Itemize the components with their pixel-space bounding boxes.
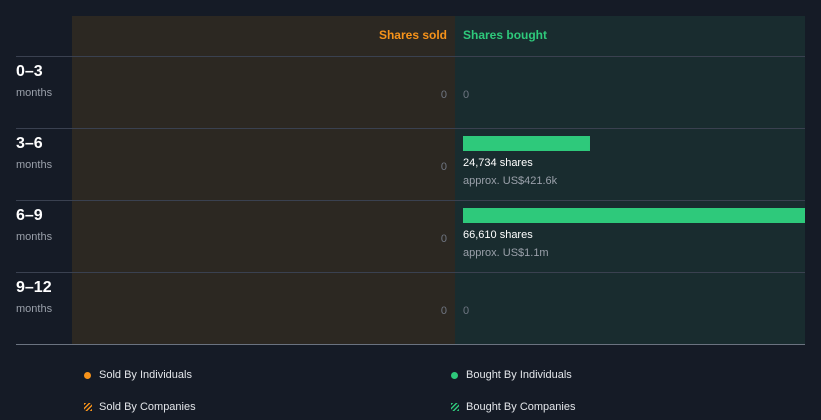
row-unit-label: months — [16, 303, 53, 315]
bought-value-label: 0 — [463, 305, 469, 317]
orange-dot-icon — [84, 371, 91, 379]
row-range-label: 9–12 — [16, 279, 52, 296]
orange-hatch-icon — [84, 403, 92, 411]
insider-transactions-chart: Shares sold Shares bought 0–3 months 0 0 3–6 mo… — [16, 16, 805, 345]
bought-value-label: 0 — [463, 89, 469, 101]
bought-approx-label: approx. US$1.1m — [463, 247, 549, 259]
sold-header: Shares sold — [379, 28, 447, 42]
bought-approx-label: approx. US$421.6k — [463, 175, 558, 187]
legend-label: Sold By Companies — [99, 401, 196, 413]
bought-bar — [463, 136, 590, 151]
green-dot-icon — [451, 371, 458, 379]
bought-shares-label: 24,734 shares — [463, 157, 533, 169]
row-range-label: 3–6 — [16, 135, 43, 152]
row-unit-label: months — [16, 159, 53, 171]
legend-bought-companies: Bought By Companies — [451, 400, 575, 414]
sold-value-label: 0 — [441, 233, 447, 245]
legend-sold-individuals: Sold By Individuals — [84, 368, 192, 382]
row-range-label: 6–9 — [16, 207, 43, 224]
bought-shares-label: 66,610 shares — [463, 229, 533, 241]
sold-value-label: 0 — [441, 305, 447, 317]
legend-sold-companies: Sold By Companies — [84, 400, 196, 414]
sold-panel — [72, 16, 455, 344]
sold-value-label: 0 — [441, 161, 447, 173]
row-unit-label: months — [16, 231, 53, 243]
bought-bar — [463, 208, 805, 223]
bought-header: Shares bought — [463, 28, 547, 42]
legend-label: Bought By Individuals — [466, 369, 572, 381]
row-range-label: 0–3 — [16, 63, 43, 80]
sold-value-label: 0 — [441, 89, 447, 101]
legend-label: Sold By Individuals — [99, 369, 192, 381]
legend-label: Bought By Companies — [466, 401, 576, 413]
legend-bought-individuals: Bought By Individuals — [451, 368, 572, 382]
row-unit-label: months — [16, 87, 53, 99]
green-hatch-icon — [451, 403, 459, 411]
